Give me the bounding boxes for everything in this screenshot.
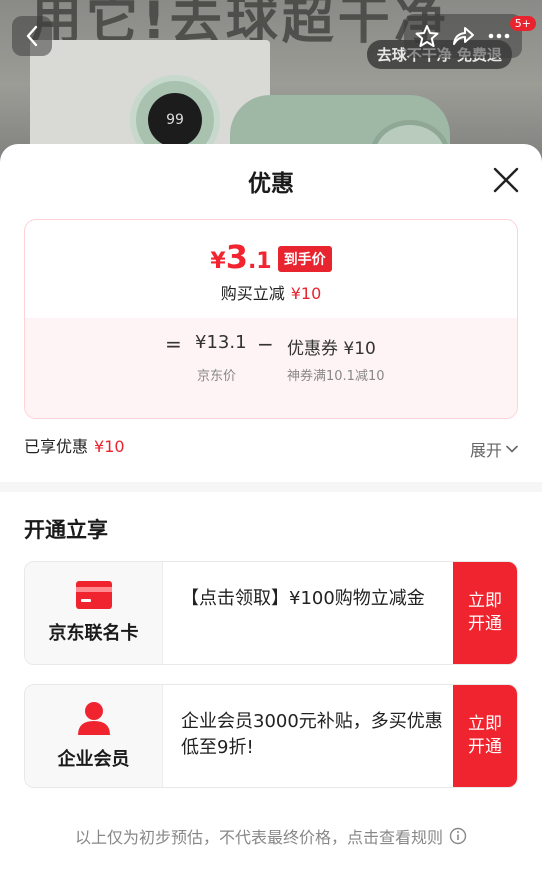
activate-button[interactable]: 立即开通: [453, 562, 517, 664]
info-icon: [449, 827, 467, 845]
star-icon[interactable]: [414, 23, 440, 49]
enjoyed-discount-label: 已享优惠: [24, 437, 89, 456]
chevron-down-icon: [506, 445, 518, 453]
activate-button[interactable]: 立即开通: [453, 685, 517, 787]
minus-sign: −: [257, 332, 274, 356]
sheet-title: 优惠: [248, 171, 294, 197]
offer-brand: 京东联名卡: [25, 562, 163, 664]
final-price-tag: 到手价: [277, 246, 332, 272]
price-disclaimer[interactable]: 以上仅为初步预估，不代表最终价格，点击查看规则: [0, 824, 542, 848]
section-divider: [0, 482, 542, 492]
offer-name: 京东联名卡: [48, 623, 139, 644]
offer-brand: 企业会员: [25, 685, 163, 787]
buy-discount-line: 购买立减 ¥10: [25, 280, 517, 304]
person-icon: [77, 702, 110, 735]
coupon-value: 优惠券 ¥10: [287, 339, 376, 359]
discount-sheet: 优惠 ¥3.1 到手价 购买立减 ¥10 = ¥13.1 京东价 − 优惠券 ¥1…: [0, 144, 542, 885]
dial-screen: 99: [148, 93, 202, 147]
more-icon[interactable]: [486, 23, 512, 49]
offer-card-enterprise[interactable]: 企业会员 企业会员3000元补贴，多买优惠低至9折! 立即开通: [24, 684, 518, 788]
message-count-badge: 5+: [509, 16, 536, 31]
enjoyed-discount: 已享优惠 ¥10: [24, 433, 125, 457]
disclaimer-text: 以上仅为初步预估，不代表最终价格，点击查看规则: [74, 828, 443, 847]
buy-discount-value: ¥10: [290, 284, 322, 303]
jd-price-value: ¥13.1: [195, 332, 247, 353]
final-price: ¥3.1: [210, 238, 272, 276]
chevron-left-icon: [26, 25, 38, 47]
offer-name: 企业会员: [57, 749, 130, 770]
offer-card-cobrand[interactable]: 京东联名卡 【点击领取】¥100购物立减金 立即开通: [24, 561, 518, 665]
close-icon[interactable]: [492, 166, 520, 194]
equals-sign: =: [165, 332, 182, 356]
credit-card-icon: [75, 581, 112, 609]
offer-description: 【点击领取】¥100购物立减金: [181, 588, 425, 609]
share-icon[interactable]: [450, 23, 476, 49]
price-breakdown-card: ¥3.1 到手价 购买立减 ¥10 = ¥13.1 京东价 − 优惠券 ¥10 神…: [24, 219, 518, 419]
open-section-title: 开通立享: [24, 518, 108, 542]
jd-price-label: 京东价: [197, 369, 237, 384]
final-price-row: ¥3.1 到手价: [25, 238, 517, 276]
enjoyed-discount-value: ¥10: [94, 437, 125, 456]
back-button[interactable]: [12, 16, 52, 56]
expand-button[interactable]: 展开: [470, 437, 518, 461]
expand-label: 展开: [469, 441, 502, 460]
buy-discount-label: 购买立减: [220, 284, 285, 303]
offer-description: 企业会员3000元补贴，多买优惠低至9折!: [181, 711, 443, 758]
coupon-description: 神券满10.1减10: [287, 369, 385, 384]
top-toolbar: [404, 14, 522, 58]
